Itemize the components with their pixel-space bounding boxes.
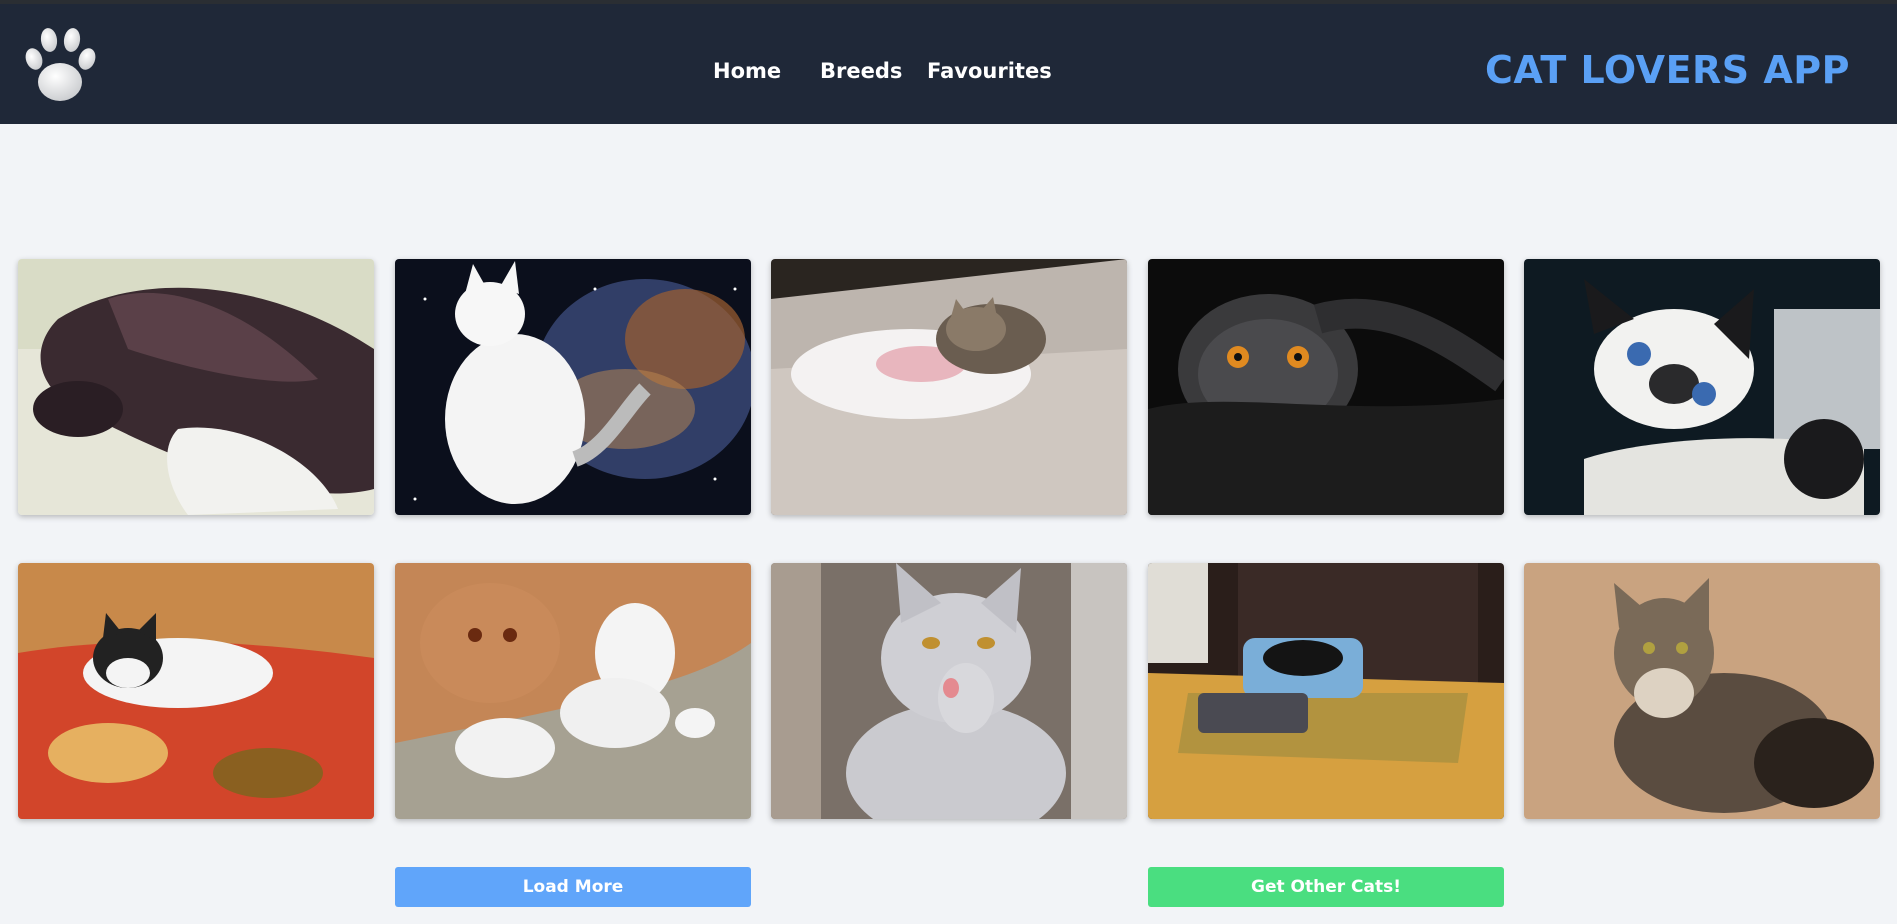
nav-breeds[interactable]: Breeds <box>820 51 902 91</box>
nav-favourites[interactable]: Favourites <box>927 51 1052 91</box>
cat-image-grey-cat-licking-paw[interactable] <box>771 563 1127 819</box>
cat-image-white-cat-space[interactable] <box>395 259 751 515</box>
cat-image-tabby-longhair[interactable] <box>1524 563 1880 819</box>
app-title: CAT LOVERS APP <box>1485 48 1850 92</box>
cat-image-persian-with-kittens[interactable] <box>395 563 751 819</box>
cat-image-cat-in-blue-bed[interactable] <box>1148 563 1504 819</box>
nav-home[interactable]: Home <box>713 51 781 91</box>
cat-image-kitten-on-pillow[interactable] <box>18 563 374 819</box>
get-other-cats-button[interactable]: Get Other Cats! <box>1148 867 1504 907</box>
app-header: Home Breeds Favourites CAT LOVERS APP <box>0 4 1897 124</box>
cat-image-kitten-with-rabbit[interactable] <box>771 259 1127 515</box>
cat-image-grey-cat-orange-eyes[interactable] <box>1148 259 1504 515</box>
cat-image-siamese-blue-eyes[interactable] <box>1524 259 1880 515</box>
cat-image-sleeping-dark-cat[interactable] <box>18 259 374 515</box>
load-more-button[interactable]: Load More <box>395 867 751 907</box>
